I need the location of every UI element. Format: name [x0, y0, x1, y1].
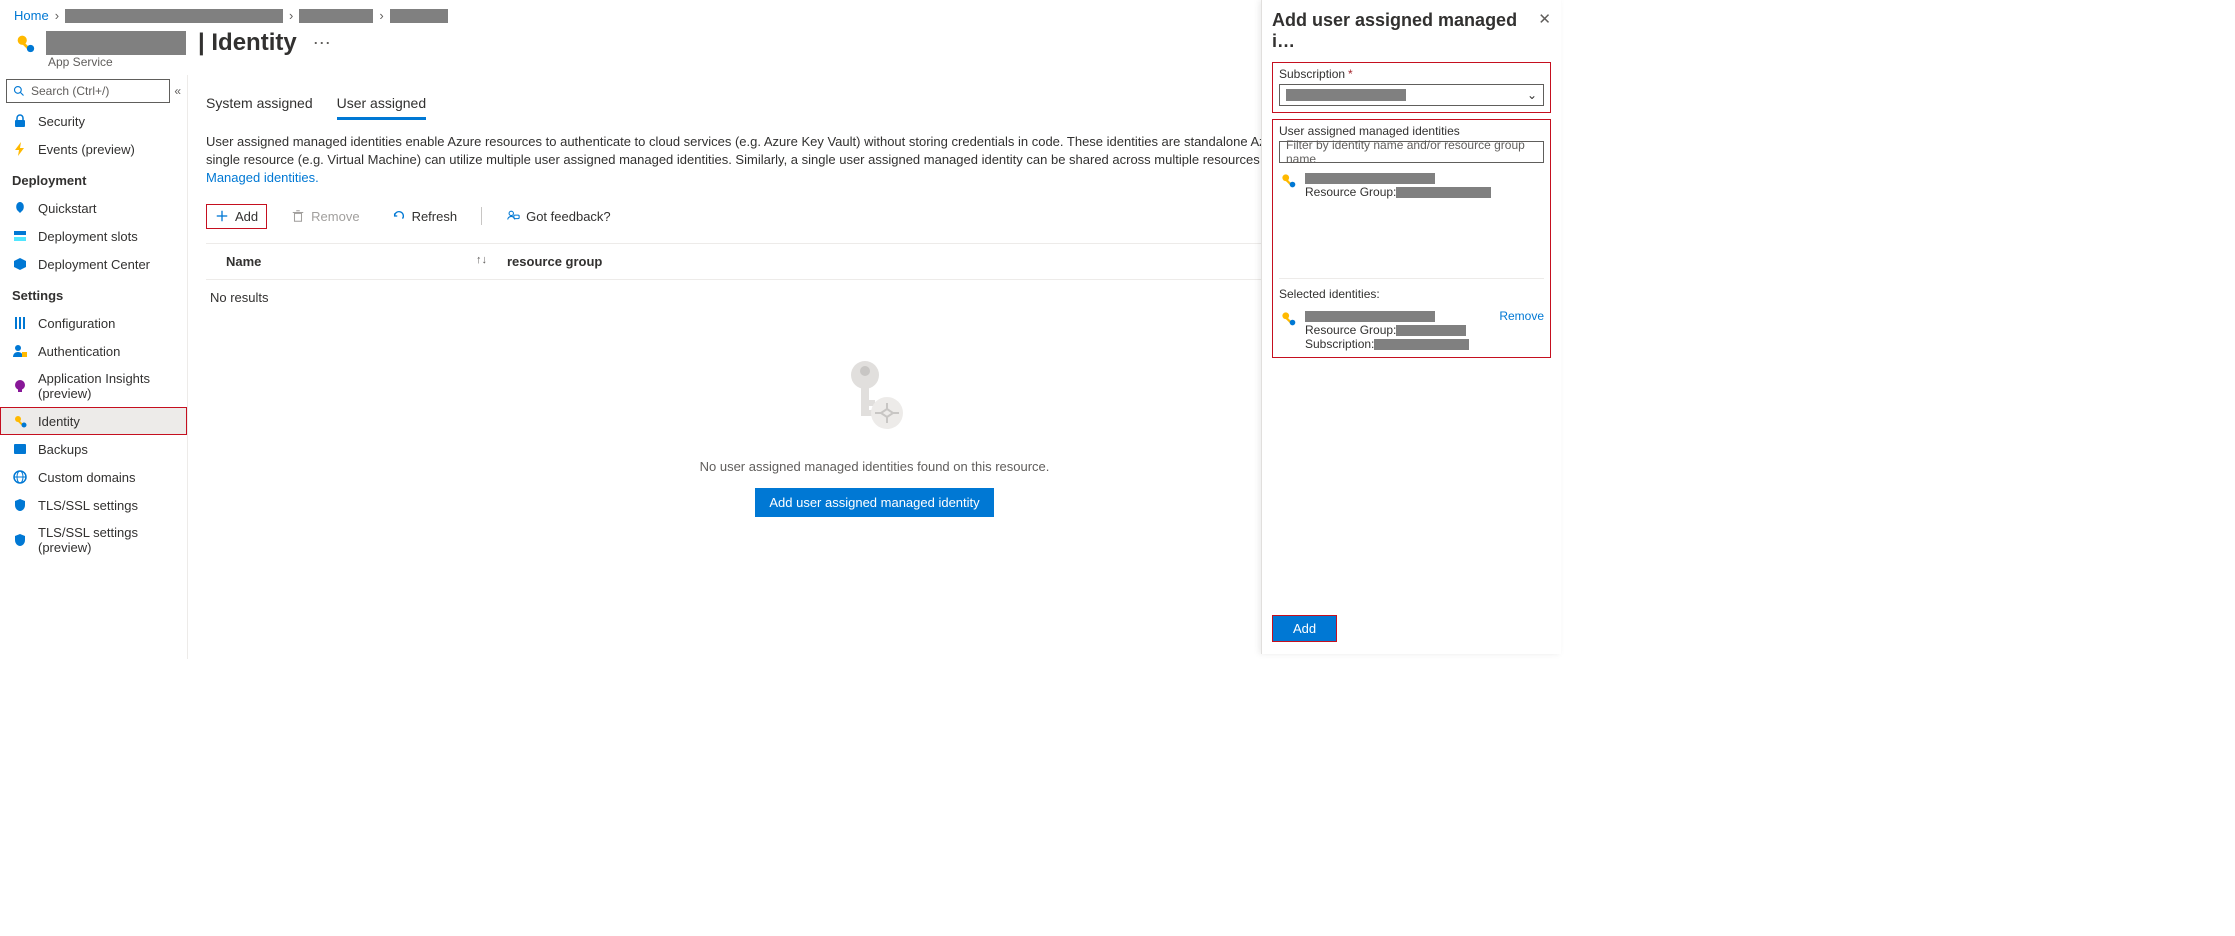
sliders-icon: [12, 315, 28, 331]
chevron-right-icon: ›: [289, 8, 293, 23]
sidebar-item-authentication[interactable]: Authentication: [0, 337, 187, 365]
sidebar-item-tls-ssl-preview[interactable]: TLS/SSL settings (preview): [0, 519, 187, 561]
add-button[interactable]: Add: [206, 204, 267, 229]
identities-section-highlight: User assigned managed identities Filter …: [1272, 119, 1551, 358]
sidebar-item-tls-ssl[interactable]: TLS/SSL settings: [0, 491, 187, 519]
identity-results-list: Resource Group:: [1279, 169, 1544, 279]
add-identity-button[interactable]: Add user assigned managed identity: [755, 488, 993, 517]
column-name[interactable]: Name: [206, 254, 476, 269]
rocket-icon: [12, 200, 28, 216]
identity-result-item[interactable]: Resource Group:: [1279, 169, 1544, 201]
search-icon: [13, 85, 25, 97]
breadcrumb-redacted[interactable]: [390, 9, 448, 23]
flyout-title: Add user assigned managed i…: [1272, 10, 1538, 52]
remove-identity-link[interactable]: Remove: [1499, 309, 1544, 323]
empty-key-icon: [835, 355, 915, 445]
breadcrumb-redacted[interactable]: [65, 9, 283, 23]
selected-identity-item: Resource Group: Subscription: Remove: [1279, 309, 1544, 351]
lightning-icon: [12, 141, 28, 157]
sidebar-item-events[interactable]: Events (preview): [0, 135, 187, 163]
flyout-footer: Add: [1272, 615, 1551, 642]
breadcrumb-home[interactable]: Home: [14, 8, 49, 23]
remove-button: Remove: [283, 205, 367, 228]
backup-icon: [12, 441, 28, 457]
subscription-dropdown[interactable]: ⌄: [1279, 84, 1544, 106]
sort-icon[interactable]: ↑↓: [476, 254, 487, 269]
resource-name-redacted: [46, 31, 186, 55]
close-button[interactable]: ✕: [1538, 10, 1551, 28]
sidebar-item-custom-domains[interactable]: Custom domains: [0, 463, 187, 491]
subscription-label: Subscription*: [1279, 67, 1544, 81]
chevron-down-icon: ⌄: [1527, 88, 1537, 102]
sidebar-item-configuration[interactable]: Configuration: [0, 309, 187, 337]
search-input[interactable]: Search (Ctrl+/): [6, 79, 170, 103]
plus-icon: [215, 209, 229, 223]
sidebar-item-deployment-center[interactable]: Deployment Center: [0, 250, 187, 278]
sidebar-item-app-insights[interactable]: Application Insights (preview): [0, 365, 187, 407]
selected-identities-label: Selected identities:: [1279, 287, 1544, 301]
lock-icon: [12, 113, 28, 129]
toolbar-separator: [481, 207, 482, 225]
sidebar-section-settings: Settings: [0, 278, 187, 309]
sidebar-section-deployment: Deployment: [0, 163, 187, 194]
key-identity-icon: [1279, 309, 1297, 327]
person-lock-icon: [12, 343, 28, 359]
feedback-button[interactable]: Got feedback?: [498, 205, 619, 228]
identity-filter-input[interactable]: Filter by identity name and/or resource …: [1279, 141, 1544, 163]
sidebar-item-backups[interactable]: Backups: [0, 435, 187, 463]
subscription-section-highlight: Subscription* ⌄: [1272, 62, 1551, 113]
bulb-icon: [12, 378, 28, 394]
globe-icon: [12, 469, 28, 485]
page-title: | Identity: [198, 29, 297, 57]
chevron-right-icon: ›: [55, 8, 59, 23]
add-button-highlight: Add: [1272, 615, 1337, 642]
add-identity-flyout: Add user assigned managed i… ✕ Subscript…: [1261, 0, 1561, 654]
key-identity-icon: [1279, 171, 1297, 189]
collapse-sidebar-button[interactable]: «: [174, 84, 181, 98]
shield-icon: [12, 532, 28, 548]
sidebar-item-security[interactable]: Security: [0, 107, 187, 135]
sidebar-item-deployment-slots[interactable]: Deployment slots: [0, 222, 187, 250]
trash-icon: [291, 209, 305, 223]
refresh-button[interactable]: Refresh: [384, 205, 466, 228]
cube-icon: [12, 256, 28, 272]
key-identity-icon: [12, 413, 28, 429]
chevron-right-icon: ›: [379, 8, 383, 23]
tab-user-assigned[interactable]: User assigned: [337, 89, 427, 120]
refresh-icon: [392, 209, 406, 223]
tab-system-assigned[interactable]: System assigned: [206, 89, 313, 120]
feedback-icon: [506, 209, 520, 223]
subscription-value-redacted: [1286, 89, 1406, 101]
key-resource-icon: [14, 32, 36, 54]
sidebar: Search (Ctrl+/) « Security Events (previ…: [0, 75, 188, 659]
flyout-add-button[interactable]: Add: [1273, 616, 1336, 641]
shield-icon: [12, 497, 28, 513]
more-icon[interactable]: ⋯: [313, 33, 331, 54]
breadcrumb-redacted[interactable]: [299, 9, 373, 23]
sidebar-item-identity[interactable]: Identity: [0, 407, 187, 435]
identities-label: User assigned managed identities: [1279, 124, 1544, 138]
empty-state-text: No user assigned managed identities foun…: [700, 459, 1050, 474]
sidebar-item-quickstart[interactable]: Quickstart: [0, 194, 187, 222]
slots-icon: [12, 228, 28, 244]
